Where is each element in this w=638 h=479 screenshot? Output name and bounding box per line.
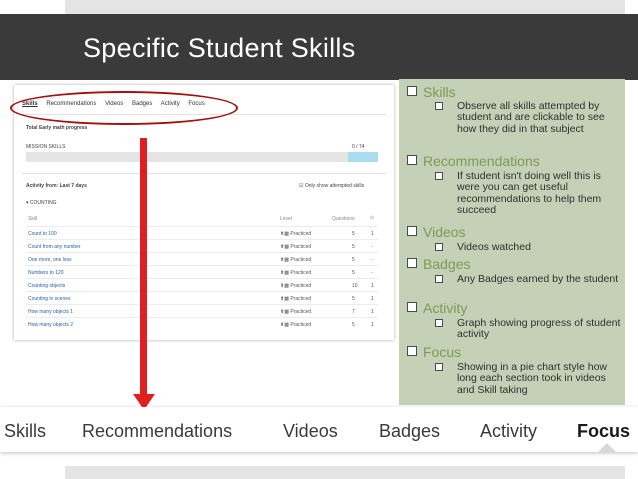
top-band (65, 0, 625, 14)
table-row[interactable]: Counting objects ⬆▩ Practiced 10 1 (26, 278, 378, 292)
col-level: Level (280, 216, 292, 222)
checkbox-icon (435, 102, 443, 110)
tab-videos[interactable]: Videos (283, 421, 338, 442)
table-row[interactable]: One more, one less ⬆▩ Practiced 5 - (26, 252, 378, 266)
skill-link[interactable]: How many objects 1 (28, 309, 73, 315)
skill-link[interactable]: Counting in scenes (28, 296, 71, 302)
col-skill: Skill (28, 216, 38, 222)
checkbox-icon (407, 302, 417, 312)
skill-link[interactable]: Counting objects (28, 283, 65, 289)
checkbox-icon (435, 363, 443, 371)
heading-recommendations: Recommendations (407, 153, 540, 169)
mission-progress-bar (26, 152, 378, 162)
clock-icon: ⊙ (370, 215, 375, 221)
level-cell: ⬆▩ Practiced (280, 244, 312, 250)
active-tab-caret-icon (598, 443, 616, 452)
mission-count: 0 / 74 (352, 144, 365, 150)
level-cell: ⬆▩ Practiced (280, 231, 312, 237)
bullet-recommendations: If student isn't doing well this is were… (435, 170, 621, 217)
title-bar: Specific Student Skills (0, 14, 638, 80)
slide-title: Specific Student Skills (83, 33, 356, 63)
progress-title: Total Early math progress (26, 125, 88, 131)
tab-focus[interactable]: Focus (577, 421, 630, 442)
extra-cell: 1 (371, 231, 374, 237)
tab-activity[interactable]: Activity (480, 421, 537, 442)
extra-cell: - (371, 257, 373, 263)
extra-cell: 1 (371, 309, 374, 315)
level-cell: ⬆▩ Practiced (280, 309, 312, 315)
checkbox-icon (407, 86, 417, 96)
extra-cell: 1 (371, 296, 374, 302)
tab-recommendations[interactable]: Recommendations (82, 421, 232, 442)
extra-cell: 1 (371, 322, 374, 328)
level-cell: ⬆▩ Practiced (280, 257, 312, 263)
skill-link[interactable]: Count to 100 (28, 231, 57, 237)
bullet-focus: Showing in a pie chart style how long ea… (435, 361, 621, 396)
bullet-skills: Observe all skills attempted by student … (435, 100, 621, 135)
extra-cell: - (371, 270, 373, 276)
table-row[interactable]: Count from any number ⬆▩ Practiced 5 - (26, 239, 378, 253)
extra-cell: 1 (371, 283, 374, 289)
table-row[interactable]: How many objects 1 ⬆▩ Practiced 7 1 (26, 304, 378, 318)
checkbox-icon (407, 155, 417, 165)
mission-label: MISSION SKILLS (26, 144, 66, 150)
table-row[interactable]: Numbers to 120 ⬆▩ Practiced 5 - (26, 265, 378, 279)
pointer-arrow-shaft (140, 138, 147, 396)
tabs-highlight-ellipse (10, 91, 238, 125)
heading-badges: Badges (407, 256, 470, 272)
activity-label: Activity from: Last 7 days (26, 183, 87, 189)
table-row[interactable]: Count to 100 ⬆▩ Practiced 5 1 (26, 226, 378, 240)
heading-videos: Videos (407, 224, 466, 240)
mission-progress-fill (348, 152, 378, 162)
skill-link[interactable]: How many objects 2 (28, 322, 73, 328)
skill-link[interactable]: One more, one less (28, 257, 72, 263)
checkbox-icon (435, 319, 443, 327)
checkbox-icon (407, 258, 417, 268)
table-row[interactable]: How many objects 2 ⬆▩ Practiced 5 1 (26, 317, 378, 331)
heading-activity: Activity (407, 300, 467, 316)
heading-skills: Skills (407, 84, 456, 100)
skill-link[interactable]: Count from any number (28, 244, 81, 250)
questions-cell: 5 (352, 270, 355, 276)
checkbox-icon (407, 226, 417, 236)
skill-link[interactable]: Numbers to 120 (28, 270, 64, 276)
level-cell: ⬆▩ Practiced (280, 270, 312, 276)
level-cell: ⬆▩ Practiced (280, 322, 312, 328)
questions-cell: 10 (352, 283, 358, 289)
questions-cell: 5 (352, 257, 355, 263)
checkbox-icon (435, 275, 443, 283)
show-attempted-toggle[interactable]: ☑ Only show attempted skills (299, 183, 364, 189)
tab-skills[interactable]: Skills (4, 421, 46, 442)
questions-cell: 7 (352, 309, 355, 315)
checkbox-icon (435, 243, 443, 251)
section-counting[interactable]: ▾ COUNTING (26, 200, 57, 206)
questions-cell: 5 (352, 322, 355, 328)
bullet-videos: Videos watched (435, 241, 621, 253)
col-questions: Questions (332, 216, 355, 222)
show-attempted-label: Only show attempted skills (304, 183, 365, 189)
extra-cell: - (371, 244, 373, 250)
questions-cell: 5 (352, 231, 355, 237)
section-label: COUNTING (29, 200, 57, 206)
tab-strip: Skills Recommendations Videos Badges Act… (0, 407, 638, 452)
level-cell: ⬆▩ Practiced (280, 283, 312, 289)
bullet-activity: Graph showing progress of student activi… (435, 317, 621, 341)
questions-cell: 5 (352, 244, 355, 250)
embedded-screenshot: Skills Recommendations Videos Badges Act… (14, 85, 394, 340)
tab-badges[interactable]: Badges (379, 421, 440, 442)
bullet-badges: Any Badges earned by the student (435, 273, 621, 285)
table-row[interactable]: Counting in scenes ⬆▩ Practiced 5 1 (26, 291, 378, 305)
checkbox-icon (407, 346, 417, 356)
checkbox-icon (435, 172, 443, 180)
divider (22, 173, 386, 174)
level-cell: ⬆▩ Practiced (280, 296, 312, 302)
heading-focus: Focus (407, 344, 461, 360)
description-panel: Skills Observe all skills attempted by s… (399, 79, 625, 405)
bottom-band (65, 466, 625, 479)
questions-cell: 5 (352, 296, 355, 302)
